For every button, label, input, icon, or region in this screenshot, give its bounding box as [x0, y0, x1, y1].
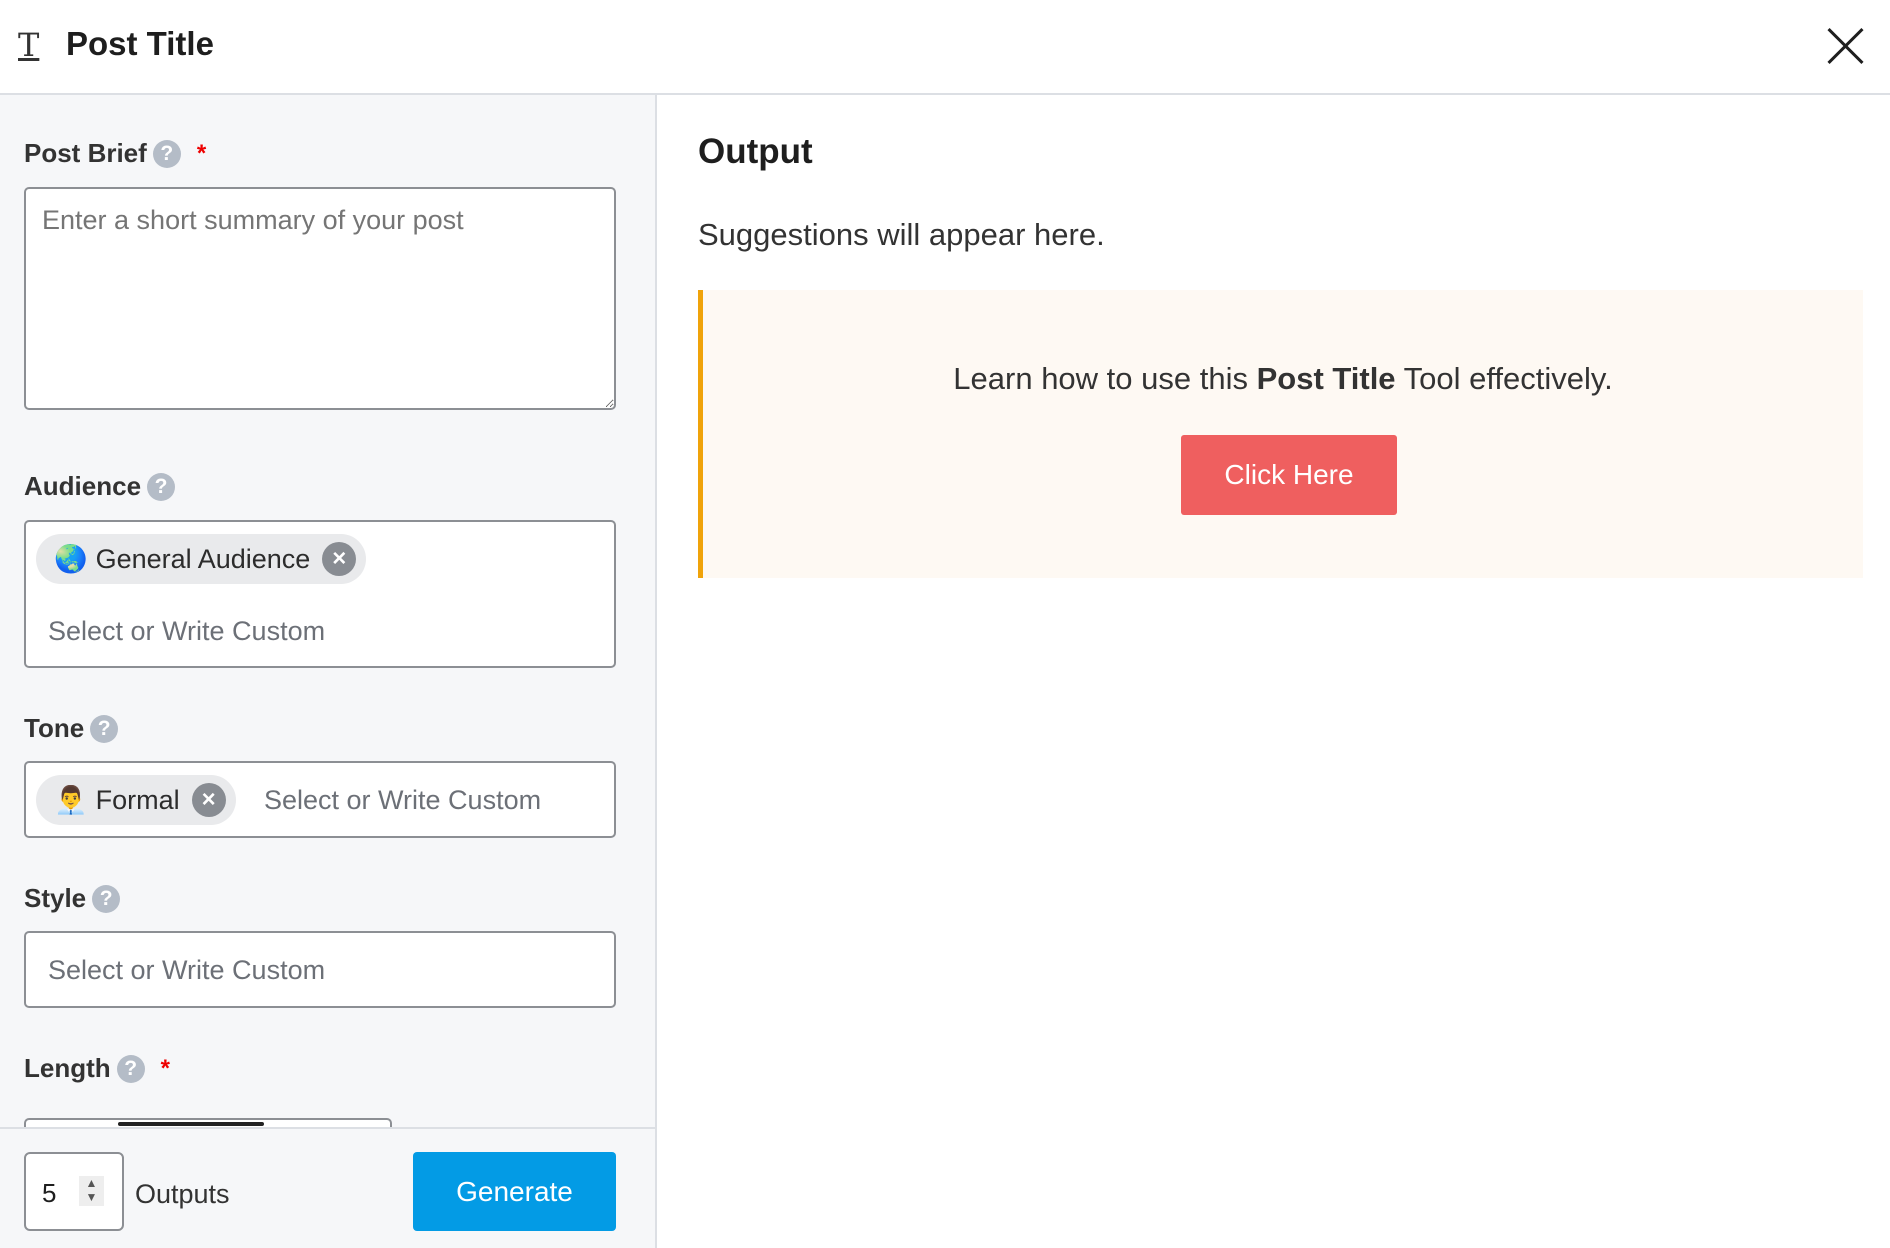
remove-chip-icon[interactable]: × — [191, 783, 226, 817]
help-icon[interactable]: ? — [92, 884, 121, 913]
form-panel: Post Brief? * Audience? 🌏 General Audienc… — [0, 95, 657, 1248]
label-text: Tone — [24, 713, 85, 743]
style-label: Style? — [24, 883, 121, 914]
remove-chip-icon[interactable]: × — [322, 542, 357, 576]
output-heading: Output — [698, 132, 813, 171]
notice-text-post: Tool effectively. — [1395, 361, 1613, 396]
audience-label: Audience? — [24, 471, 176, 502]
label-text: Audience — [24, 471, 142, 501]
stepper-arrows-icon[interactable]: ▲ ▼ — [79, 1176, 104, 1206]
tone-label: Tone? — [24, 713, 119, 744]
tone-placeholder[interactable]: Select or Write Custom — [264, 785, 541, 816]
click-here-button[interactable]: Click Here — [1181, 435, 1397, 515]
style-placeholder[interactable]: Select or Write Custom — [48, 955, 325, 986]
output-empty-text: Suggestions will appear here. — [698, 217, 1105, 252]
modal-title: Post Title — [66, 25, 214, 62]
audience-placeholder[interactable]: Select or Write Custom — [48, 616, 325, 647]
text-T-icon: T — [18, 26, 40, 64]
required-marker: * — [196, 139, 207, 167]
chip-label: Formal — [95, 784, 180, 815]
outputs-count-input[interactable]: 5 ▲ ▼ — [24, 1152, 124, 1231]
notice-tool-name: Post Title — [1256, 361, 1396, 396]
notice-text-pre: Learn how to use this — [953, 361, 1257, 396]
chip-label: General Audience — [95, 543, 311, 574]
help-icon[interactable]: ? — [116, 1054, 145, 1083]
businessman-icon: 👨‍💼 — [54, 785, 88, 815]
post-brief-label: Post Brief? * — [24, 138, 206, 169]
length-label: Length? * — [24, 1053, 170, 1084]
length-option-active[interactable] — [118, 1122, 264, 1126]
outputs-value: 5 — [42, 1178, 57, 1208]
help-notice: Learn how to use this Post Title Tool ef… — [698, 290, 1863, 578]
post-brief-input[interactable] — [24, 187, 616, 410]
label-text: Length — [24, 1053, 111, 1083]
audience-chip: 🌏 General Audience × — [36, 534, 367, 584]
required-marker: * — [160, 1054, 170, 1082]
generate-button[interactable]: Generate — [413, 1152, 616, 1231]
notice-text: Learn how to use this Post Title Tool ef… — [703, 361, 1863, 397]
tone-select[interactable]: 👨‍💼 Formal × Select or Write Custom — [24, 761, 616, 838]
close-button[interactable] — [1824, 24, 1868, 68]
help-icon[interactable]: ? — [147, 472, 176, 501]
globe-icon: 🌏 — [54, 544, 88, 574]
outputs-label: Outputs — [135, 1179, 230, 1209]
label-text: Post Brief — [24, 138, 147, 168]
form-footer: 5 ▲ ▼ Outputs Generate — [0, 1127, 655, 1248]
style-select[interactable]: Select or Write Custom — [24, 931, 616, 1008]
modal-header: T Post Title — [0, 0, 1890, 95]
audience-select[interactable]: 🌏 General Audience × Select or Write Cus… — [24, 520, 616, 668]
tone-chip: 👨‍💼 Formal × — [36, 775, 236, 825]
help-icon[interactable]: ? — [90, 714, 119, 743]
help-icon[interactable]: ? — [152, 139, 181, 168]
label-text: Style — [24, 883, 87, 913]
